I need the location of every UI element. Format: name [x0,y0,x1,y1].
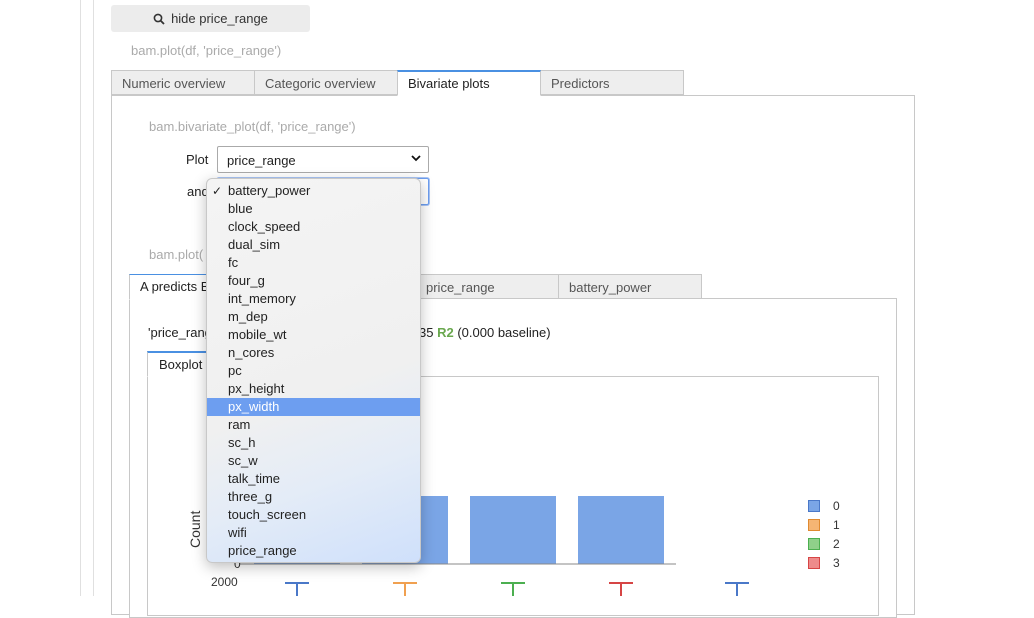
dropdown-option-label: blue [228,201,253,216]
left-border-outer [80,0,81,596]
tab-boxplot[interactable]: Boxplot [147,351,211,377]
legend-label[interactable]: 1 [833,518,840,532]
dropdown-option-label: wifi [228,525,247,540]
legend-swatch [808,519,820,531]
plot-select[interactable]: price_range [217,146,429,173]
dropdown-option[interactable]: touch_screen [207,506,420,524]
tab-bivariate-plots[interactable]: Bivariate plots [397,70,541,96]
tab-battery-power[interactable]: battery_power [558,274,702,299]
dropdown-option[interactable]: price_range [207,542,420,560]
dropdown-option[interactable]: fc [207,254,420,272]
plot-select-value: price_range [227,153,296,168]
dropdown-option[interactable]: ✓ battery_power [207,182,420,200]
score-line: 35 R2 (0.000 baseline) [419,325,551,340]
dropdown-option[interactable]: talk_time [207,470,420,488]
legend-label[interactable]: 3 [833,556,840,570]
dropdown-option-label: price_range [228,543,297,558]
score-value: 35 [419,325,434,340]
whisker-marks [285,582,749,596]
legend-label[interactable]: 2 [833,537,840,551]
plot-code-line: bam.plot( [149,247,204,262]
chevron-down-icon [411,155,421,162]
y-axis-label: Count [187,510,203,548]
score-prefix: 'price_rang [148,325,212,340]
dropdown-option-label: pc [228,363,242,378]
hide-price-range-button[interactable]: hide price_range [111,5,310,32]
left-border-inner [93,0,94,596]
dropdown-option-label: int_memory [228,291,296,306]
checkmark-icon: ✓ [212,184,223,198]
tab-predictors[interactable]: Predictors [540,70,684,95]
dropdown-option[interactable]: px_height [207,380,420,398]
hide-button-label: hide price_range [171,11,268,26]
bivariate-code-line: bam.bivariate_plot(df, 'price_range') [149,119,356,134]
dropdown-option[interactable]: ram [207,416,420,434]
second-plot-tick: 2000 [211,575,238,589]
dropdown-option-label: clock_speed [228,219,301,234]
dropdown-option[interactable]: sc_h [207,434,420,452]
search-icon [153,13,165,25]
dropdown-option[interactable]: four_g [207,272,420,290]
dropdown-option[interactable]: clock_speed [207,218,420,236]
dropdown-option-label: talk_time [228,471,281,486]
dropdown-option-label: three_g [228,489,273,504]
dropdown-option[interactable]: sc_w [207,452,420,470]
dropdown-option[interactable]: dual_sim [207,236,420,254]
dropdown-option-label: touch_screen [228,507,307,522]
bar [578,496,664,564]
whisker-row [285,582,749,596]
dropdown-option-label: px_height [228,381,285,396]
dropdown-option-label: battery_power [228,183,311,198]
dropdown-option-label: mobile_wt [228,327,287,342]
tab-numeric-overview[interactable]: Numeric overview [111,70,255,95]
dropdown-option[interactable]: three_g [207,488,420,506]
dropdown-option[interactable]: px_width [207,398,420,416]
r2-label: R2 [437,325,454,340]
dropdown-option[interactable]: wifi [207,524,420,542]
dropdown-option-label: ram [228,417,251,432]
dropdown-option-label: dual_sim [228,237,281,252]
variable-dropdown-menu[interactable]: ✓ battery_powerblue clock_speed dual_simfc f… [206,178,421,563]
code-line-top: bam.plot(df, 'price_range') [131,43,282,58]
dropdown-option-label: n_cores [228,345,275,360]
dropdown-option-list: ✓ battery_powerblue clock_speed dual_simfc f… [207,182,420,560]
dropdown-option[interactable]: blue [207,200,420,218]
dropdown-option[interactable]: n_cores [207,344,420,362]
legend-label[interactable]: 0 [833,499,840,513]
dropdown-option[interactable]: mobile_wt [207,326,420,344]
dropdown-option-label: fc [228,255,239,270]
dropdown-option-label: four_g [228,273,265,288]
legend-swatch [808,557,820,569]
dropdown-option-label: m_dep [228,309,268,324]
dropdown-option-label: sc_h [228,435,256,450]
dropdown-option[interactable]: pc [207,362,420,380]
dropdown-option-label: sc_w [228,453,258,468]
plot-label: Plot [186,152,209,167]
dropdown-option-label: px_width [228,399,280,414]
legend-swatch [808,538,820,550]
tab-categoric-overview[interactable]: Categoric overview [254,70,398,95]
baseline-text: (0.000 baseline) [457,325,551,340]
dropdown-option[interactable]: m_dep [207,308,420,326]
tab-price-range[interactable]: price_range [415,274,559,299]
bar [470,496,556,564]
legend-swatch [808,500,820,512]
dropdown-option[interactable]: int_memory [207,290,420,308]
